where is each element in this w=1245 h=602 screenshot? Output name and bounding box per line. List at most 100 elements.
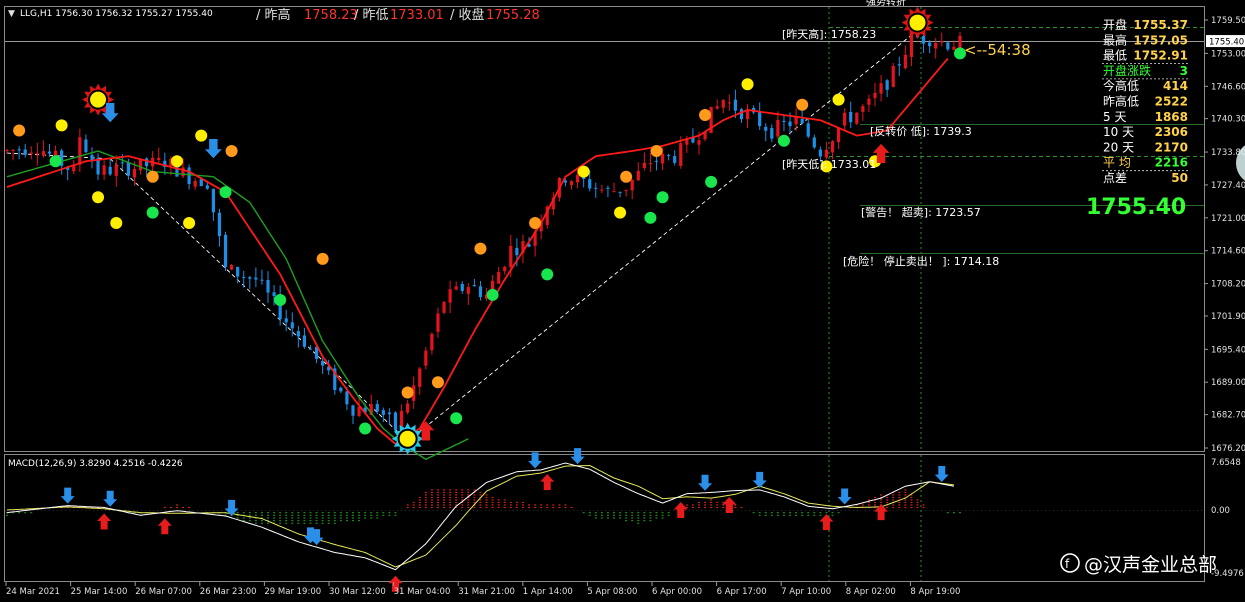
macd-histogram-bar	[497, 506, 500, 509]
stats-row-value: 1752.91	[1133, 49, 1188, 63]
macd-histogram-bar	[297, 514, 300, 516]
prev-low-annotation: [昨天低]: 1733.01	[782, 158, 876, 171]
macd-histogram-bar	[643, 514, 646, 516]
candle-bear	[120, 162, 124, 164]
candle-bull	[873, 92, 877, 99]
candle-bull	[909, 32, 914, 58]
candle-bull	[630, 179, 634, 191]
price-chart[interactable]: 1759.501753.001746.601740.301733.801727.…	[0, 0, 1245, 602]
stats-row-label: 20 天	[1103, 140, 1134, 154]
time-tick-label: 8 Apr 19:00	[910, 587, 960, 597]
price-tick-label: 1753.00	[1211, 49, 1245, 59]
candle-bear	[818, 149, 822, 157]
macd-histogram-bar	[515, 506, 518, 509]
macd-histogram-bar	[309, 514, 312, 516]
time-tick-label: 7 Apr 10:00	[781, 587, 831, 597]
time-tick-label: 25 Mar 14:00	[71, 587, 128, 597]
macd-histogram-bar	[254, 522, 257, 524]
macd-histogram-bar	[825, 512, 828, 514]
candle-bear	[375, 403, 379, 412]
macd-histogram-bar	[910, 506, 913, 509]
macd-histogram-bar	[309, 520, 312, 522]
macd-histogram-bar	[643, 520, 646, 522]
macd-histogram-bar	[631, 520, 634, 522]
prev-low-value: 1733.01	[390, 8, 444, 23]
candle-bull	[940, 41, 944, 43]
stats-row-label: 平 均	[1103, 156, 1131, 170]
macd-histogram-bar	[613, 512, 615, 514]
macd-histogram-bar	[388, 512, 391, 514]
macd-histogram-bar	[485, 496, 488, 499]
candle-bear	[199, 179, 203, 187]
macd-histogram-bar	[285, 517, 288, 519]
macd-histogram-bar	[958, 512, 961, 514]
candle-bear	[667, 154, 671, 156]
macd-histogram-bar	[424, 494, 427, 496]
macd-histogram-bar	[637, 522, 640, 524]
macd-histogram-bar	[376, 514, 379, 516]
macd-histogram-bar	[540, 506, 543, 509]
stats-row-label: 最高	[1103, 32, 1127, 47]
macd-histogram-bar	[418, 496, 421, 499]
current-price-label: 1755.40	[1209, 38, 1244, 48]
macd-histogram-bar	[248, 514, 251, 516]
macd-histogram-bar	[734, 506, 737, 509]
big-price: 1755.40	[1086, 195, 1186, 220]
symbol-dropdown-icon[interactable]: ▼	[8, 9, 15, 19]
macd-histogram-bar	[892, 496, 895, 499]
macd-histogram-bar	[382, 512, 385, 514]
macd-histogram-bar	[418, 501, 421, 504]
macd-histogram-bar	[248, 512, 251, 514]
macd-histogram-bar	[631, 517, 634, 519]
macd-histogram-bar	[467, 491, 470, 494]
macd-histogram-bar	[685, 504, 688, 506]
macd-histogram-bar	[242, 517, 245, 519]
macd-histogram-bar	[24, 512, 27, 514]
macd-histogram-bar	[606, 514, 609, 516]
prev-high-label: / 昨高	[256, 7, 291, 23]
stats-row-label: 点差	[1103, 171, 1127, 185]
macd-histogram-bar	[667, 514, 670, 516]
macd-histogram-bar	[285, 520, 288, 522]
candle-bear	[296, 331, 300, 337]
candle-bull	[114, 164, 118, 176]
candle-bear	[897, 64, 901, 66]
macd-histogram-bar	[333, 522, 336, 524]
macd-histogram-bar	[449, 491, 452, 494]
macd-histogram-bar	[892, 494, 895, 496]
macd-histogram-bar	[285, 512, 288, 514]
macd-histogram-bar	[782, 512, 785, 514]
candle-bear	[205, 185, 209, 189]
macd-histogram-bar	[697, 504, 700, 506]
macd-histogram-bar	[528, 506, 531, 509]
macd-histogram-bar	[819, 512, 822, 514]
macd-histogram-bar	[424, 491, 427, 494]
macd-histogram-bar	[886, 501, 889, 504]
macd-histogram-bar	[570, 506, 573, 509]
macd-histogram-bar	[485, 506, 488, 509]
candle-bull	[745, 110, 750, 120]
macd-histogram-bar	[424, 496, 427, 499]
macd-histogram-bar	[315, 514, 318, 516]
candle-bull	[357, 407, 361, 416]
macd-histogram-bar	[18, 512, 21, 514]
macd-histogram-bar	[430, 501, 433, 504]
macd-histogram-bar	[303, 514, 306, 516]
macd-histogram-bar	[345, 512, 348, 514]
candle-bear	[673, 156, 677, 163]
macd-histogram-bar	[898, 496, 901, 499]
stats-row-value: 2522	[1155, 95, 1188, 109]
macd-histogram-bar	[376, 512, 379, 514]
candle-bear	[47, 151, 52, 154]
macd-histogram-bar	[345, 520, 348, 522]
macd-histogram-bar	[485, 501, 488, 504]
macd-histogram-bar	[625, 520, 628, 522]
candle-bull	[448, 289, 452, 303]
macd-histogram-bar	[351, 512, 354, 514]
macd-histogram-bar	[649, 514, 652, 516]
macd-histogram-bar	[443, 506, 446, 509]
macd-histogram-bar	[430, 491, 433, 494]
candle-bear	[946, 42, 950, 50]
candle-bear	[806, 123, 810, 137]
signal-dot-green	[219, 186, 232, 199]
